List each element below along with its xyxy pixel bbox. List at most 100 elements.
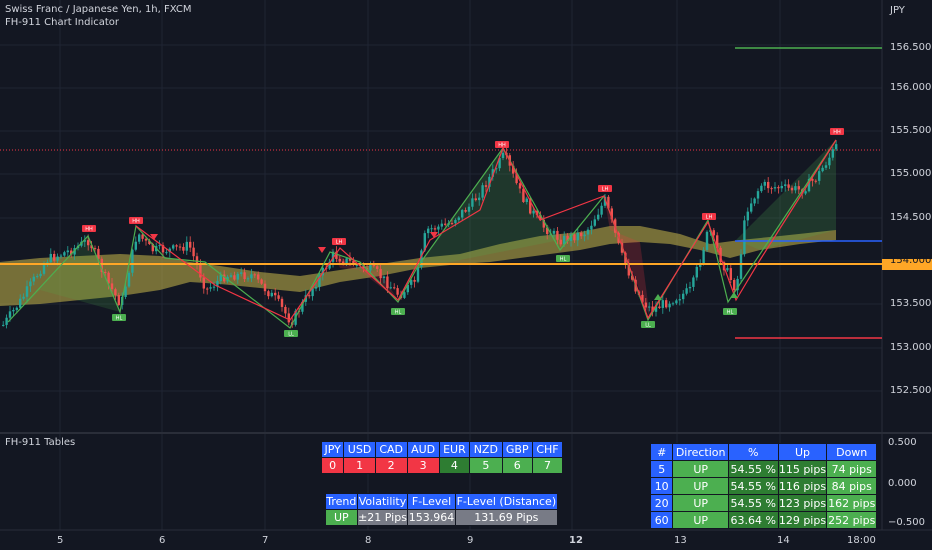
candle-body	[369, 264, 372, 271]
candle-body	[756, 191, 760, 199]
candle-body	[8, 311, 12, 318]
direction-cell: UP	[672, 494, 729, 512]
down-pips-cell: 162 pips	[826, 494, 877, 512]
candle-body	[372, 264, 375, 267]
candle-body	[532, 210, 535, 214]
candle-body	[260, 279, 263, 284]
candle-body	[131, 249, 134, 273]
period-cell: 60	[649, 511, 674, 529]
candle-body	[192, 247, 195, 257]
price-tick-label: 155.500	[890, 125, 932, 136]
candle-body	[471, 198, 474, 207]
table-row: 5 UP 54.55 % 115 pips 74 pips	[649, 460, 877, 478]
candle-body	[172, 245, 175, 249]
candle-body	[212, 286, 216, 288]
trend-value: UP	[325, 509, 358, 526]
currency-header-jpy: JPY	[320, 441, 345, 458]
candle-body	[464, 210, 467, 212]
candle-body	[726, 268, 729, 271]
candle-body	[797, 186, 800, 190]
candle-body	[389, 287, 392, 289]
candle-body	[556, 230, 559, 240]
candle-body	[831, 149, 834, 158]
candle-body	[175, 245, 178, 247]
candle-body	[804, 191, 807, 194]
col-direction-header: Direction	[672, 443, 729, 461]
period-cell: 10	[649, 477, 674, 495]
tables-pane-title[interactable]: FH-911 Tables	[5, 437, 75, 448]
candle-body	[433, 228, 437, 230]
candle-body	[695, 266, 698, 278]
candle-body	[450, 223, 454, 225]
price-tick-label: 154.500	[890, 212, 932, 223]
candle-body	[525, 198, 528, 202]
candle-body	[818, 171, 821, 181]
time-tick-label: 14	[777, 535, 790, 546]
trend-header: Trend	[325, 493, 358, 510]
candle-body	[134, 241, 137, 250]
candle-body	[413, 279, 416, 282]
candle-body	[467, 206, 471, 212]
time-tick-label: 9	[467, 535, 474, 546]
up-pips-cell: 116 pips	[777, 477, 828, 495]
candle-body	[648, 306, 651, 308]
percent-cell: 63.64 %	[727, 511, 779, 529]
currency-header-gbp: GBP	[501, 441, 534, 458]
marker-hh-1: HH	[85, 227, 93, 233]
price-tick-label: 156.000	[890, 82, 932, 93]
candle-body	[280, 298, 284, 307]
candle-body	[675, 300, 678, 304]
candle-body	[828, 157, 831, 166]
currency-header-nzd: NZD	[469, 441, 503, 458]
candle-body	[42, 263, 46, 274]
candle-body	[583, 234, 586, 237]
candle-body	[590, 225, 593, 230]
time-tick-label: 12	[569, 535, 583, 546]
candle-body	[376, 266, 379, 269]
candle-body	[314, 286, 318, 289]
up-pips-cell: 129 pips	[777, 511, 828, 529]
price-tick-label: 153.000	[890, 342, 932, 353]
candle-body	[243, 272, 246, 280]
table-row: 20 UP 54.55 % 123 pips 162 pips	[649, 494, 877, 512]
col-percent-header: %	[727, 443, 779, 461]
candle-body	[393, 287, 396, 289]
price-tick-label: 152.500	[890, 385, 932, 396]
candle-body	[767, 181, 770, 189]
percent-cell: 54.55 %	[727, 494, 779, 512]
candle-body	[270, 292, 273, 297]
currency-header-aud: AUD	[406, 441, 440, 458]
candle-body	[12, 309, 15, 312]
candle-body	[692, 277, 695, 287]
candle-body	[474, 198, 477, 201]
candle-body	[250, 274, 253, 279]
currency-header-eur: EUR	[438, 441, 471, 458]
candle-body	[138, 234, 141, 242]
marker-hl-1: HL	[116, 316, 123, 322]
candle-body	[586, 229, 590, 235]
indicator-title[interactable]: FH-911 Chart Indicator	[5, 17, 119, 28]
candle-body	[49, 253, 52, 263]
candle-body	[66, 250, 69, 253]
candle-body	[104, 272, 107, 274]
candle-body	[454, 219, 457, 224]
candle-body	[39, 273, 42, 277]
price-tick-label: 155.000	[890, 168, 932, 179]
trend-table: Trend Volatility F-Level F-Level (Distan…	[325, 493, 559, 526]
chart-app: HH HH HL LL LH HL HH HL LH LL LH HL HH S…	[0, 0, 932, 550]
currency-rank-eur: 4	[438, 457, 471, 474]
candle-body	[257, 274, 260, 280]
symbol-title[interactable]: Swiss Franc / Japanese Yen, 1h, FXCM	[5, 4, 191, 15]
marker-ll-2: LL	[645, 323, 651, 329]
candle-body	[733, 279, 736, 291]
candle-body	[93, 248, 97, 250]
marker-hh-2: HH	[132, 219, 140, 225]
time-tick-label: 18:00	[847, 535, 876, 546]
candle-body	[110, 283, 114, 290]
candle-body	[444, 223, 447, 225]
candle-body	[267, 291, 270, 297]
candle-body	[481, 185, 484, 198]
candle-body	[600, 205, 603, 215]
candle-body	[416, 266, 420, 282]
time-tick-label: 7	[262, 535, 269, 546]
